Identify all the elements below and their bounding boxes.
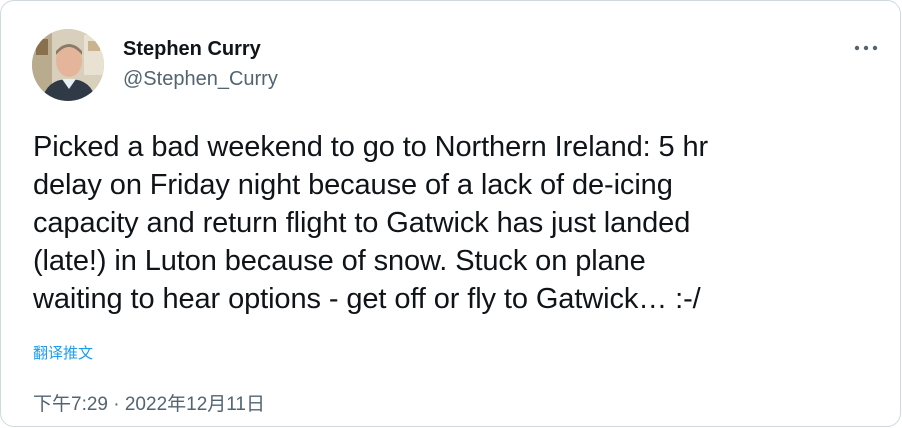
- tweet-text-line: (late!) in Luton because of snow. Stuck …: [33, 245, 646, 277]
- tweet-text-line: waiting to hear options - get off or fly…: [33, 283, 701, 315]
- translate-tweet-link[interactable]: 翻译推文: [33, 344, 93, 364]
- tweet-text: Picked a bad weekend to go to Northern I…: [33, 128, 883, 318]
- tweet-text-line: delay on Friday night because of a lack …: [33, 169, 673, 201]
- tweet-timestamp[interactable]: 下午7:29 · 2022年12月11日: [33, 393, 265, 417]
- author-name[interactable]: Stephen Curry: [123, 37, 261, 61]
- more-options-button[interactable]: [849, 35, 883, 61]
- more-horizontal-icon: [854, 45, 878, 51]
- tweet-text-line: capacity and return flight to Gatwick ha…: [33, 207, 691, 239]
- tweet-card: Stephen Curry @Stephen_Curry Picked a ba…: [0, 0, 901, 427]
- avatar[interactable]: [32, 29, 104, 101]
- tweet-text-line: Picked a bad weekend to go to Northern I…: [33, 131, 709, 163]
- avatar-photo: [32, 29, 104, 101]
- author-handle[interactable]: @Stephen_Curry: [123, 67, 278, 91]
